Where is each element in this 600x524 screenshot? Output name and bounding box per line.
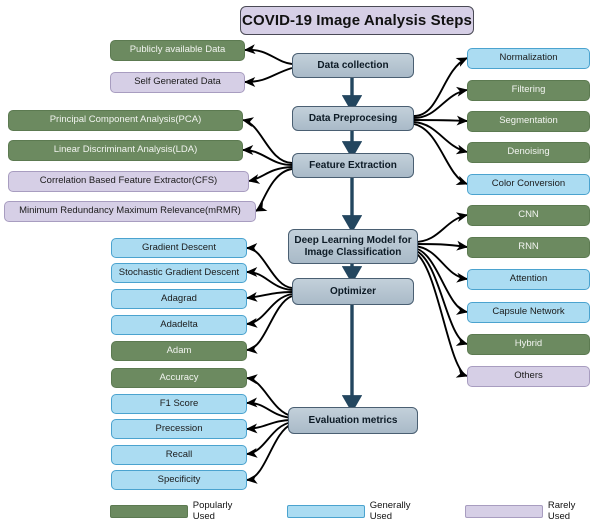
node-evaluation-metrics[interactable]: Evaluation metrics [288, 407, 418, 434]
links-models [413, 212, 469, 378]
node-adagrad[interactable]: Adagrad [111, 289, 247, 309]
node-hybrid[interactable]: Hybrid [467, 334, 590, 355]
node-data-collection[interactable]: Data collection [292, 53, 414, 78]
legend-swatch-rarely-used [465, 504, 543, 518]
node-gradient-descent[interactable]: Gradient Descent [111, 238, 247, 258]
legend-label-popularly-used: Popularly Used [192, 500, 233, 522]
legend-item-generally-used: Generally Used [287, 500, 435, 522]
legend-item-popularly-used: Popularly Used [110, 500, 257, 522]
node-cnn[interactable]: CNN [467, 205, 590, 226]
links-preprocessing [413, 57, 469, 185]
legend-label-generally-used: Generally Used [369, 500, 411, 522]
diagram-canvas: COVID-19 Image Analysis Steps Data colle… [0, 0, 600, 524]
legend-label-rarely-used: Rarely Used [547, 500, 576, 522]
node-precession[interactable]: Precession [111, 419, 247, 439]
node-feature-extraction[interactable]: Feature Extraction [292, 153, 414, 178]
node-lda[interactable]: Linear Discriminant Analysis(LDA) [8, 140, 243, 161]
node-filtering[interactable]: Filtering [467, 80, 590, 101]
page-title: COVID-19 Image Analysis Steps [240, 6, 474, 35]
links-metrics [245, 374, 293, 484]
node-normalization[interactable]: Normalization [467, 48, 590, 69]
node-others[interactable]: Others [467, 366, 590, 387]
node-publicly-available-data[interactable]: Publicly available Data [110, 40, 245, 61]
node-color-conversion[interactable]: Color Conversion [467, 174, 590, 195]
legend-swatch-generally-used [287, 504, 365, 518]
node-rnn[interactable]: RNN [467, 237, 590, 258]
node-adadelta[interactable]: Adadelta [111, 315, 247, 335]
node-capsule-network[interactable]: Capsule Network [467, 302, 590, 323]
node-adam[interactable]: Adam [111, 341, 247, 361]
node-attention[interactable]: Attention [467, 269, 590, 290]
node-accuracy[interactable]: Accuracy [111, 368, 247, 388]
node-mrmr[interactable]: Minimum Redundancy Maximum Relevance(mRM… [4, 201, 256, 222]
node-specificity[interactable]: Specificity [111, 470, 247, 490]
node-stochastic-gradient-descent[interactable]: Stochastic Gradient Descent [111, 263, 247, 283]
node-self-generated-data[interactable]: Self Generated Data [110, 72, 245, 93]
node-f1-score[interactable]: F1 Score [111, 394, 247, 414]
legend: Popularly Used Generally Used Rarely Use… [0, 498, 600, 524]
links-data-sources [243, 44, 293, 87]
node-pca[interactable]: Principal Component Analysis(PCA) [8, 110, 243, 131]
node-segmentation[interactable]: Segmentation [467, 111, 590, 132]
node-denoising[interactable]: Denoising [467, 142, 590, 163]
node-cfs[interactable]: Correlation Based Feature Extractor(CFS) [8, 171, 249, 192]
node-recall[interactable]: Recall [111, 445, 247, 465]
node-optimizer[interactable]: Optimizer [292, 278, 414, 305]
links-feature-extractors [241, 117, 293, 212]
legend-swatch-popularly-used [110, 504, 188, 518]
node-data-preprocessing[interactable]: Data Preprocesing [292, 106, 414, 131]
legend-item-rarely-used: Rarely Used [465, 500, 600, 522]
node-deep-learning-model[interactable]: Deep Learning Model for Image Classifica… [288, 229, 418, 264]
links-optimizers [245, 243, 293, 354]
